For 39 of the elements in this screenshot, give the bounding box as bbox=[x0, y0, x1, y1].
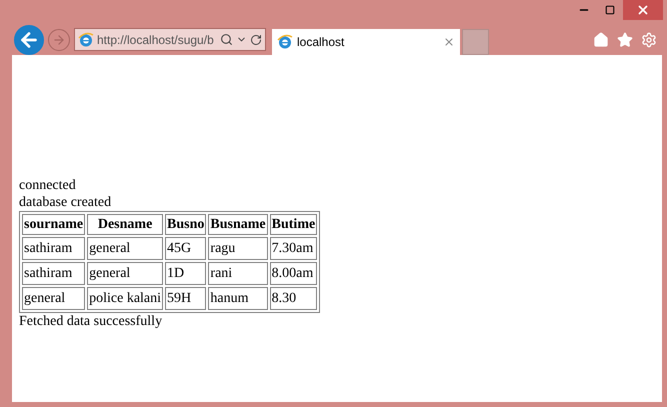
column-header: sourname bbox=[22, 214, 86, 235]
table-cell: general bbox=[87, 262, 164, 285]
table-cell: ragu bbox=[208, 237, 268, 260]
address-text: http://localhost/sugu/b bbox=[97, 32, 214, 48]
tab-title: localhost bbox=[297, 34, 344, 51]
home-icon[interactable] bbox=[593, 32, 609, 48]
close-tab-icon[interactable] bbox=[443, 36, 455, 48]
status-message: Fetched data successfully bbox=[19, 313, 164, 330]
status-message: database created bbox=[19, 194, 112, 211]
table-cell: sathiram bbox=[22, 237, 86, 260]
table-cell: hanum bbox=[208, 287, 268, 310]
refresh-icon[interactable] bbox=[250, 34, 262, 46]
table-cell: sathiram bbox=[22, 262, 86, 285]
table-cell: police kalani bbox=[87, 287, 164, 310]
column-header: Desname bbox=[87, 214, 164, 235]
table-cell: 45G bbox=[165, 237, 206, 260]
favorites-icon[interactable] bbox=[617, 32, 633, 48]
table-cell: 1D bbox=[165, 262, 206, 285]
status-message: connected bbox=[19, 177, 77, 194]
settings-icon[interactable] bbox=[641, 32, 657, 48]
column-header: Butime bbox=[270, 214, 318, 235]
close-icon bbox=[636, 3, 650, 17]
globe-e-icon bbox=[277, 34, 293, 50]
table-cell: 8.00am bbox=[270, 262, 318, 285]
column-header: Busno bbox=[165, 214, 206, 235]
table-cell: 59H bbox=[165, 287, 206, 310]
table-cell: 7.30am bbox=[270, 237, 318, 260]
table-cell: general bbox=[87, 237, 164, 260]
table-cell: 8.30 bbox=[270, 287, 318, 310]
table-cell: general bbox=[22, 287, 86, 310]
column-header: Busname bbox=[208, 214, 268, 235]
browser-tab[interactable]: localhost bbox=[272, 29, 460, 55]
maximize-icon bbox=[605, 5, 615, 15]
close-button[interactable] bbox=[623, 0, 663, 20]
forward-arrow-icon bbox=[52, 32, 66, 46]
search-icon[interactable] bbox=[220, 33, 233, 46]
table-cell: rani bbox=[208, 262, 268, 285]
globe-e-icon bbox=[78, 32, 94, 48]
address-bar[interactable]: http://localhost/sugu/b bbox=[74, 28, 266, 51]
